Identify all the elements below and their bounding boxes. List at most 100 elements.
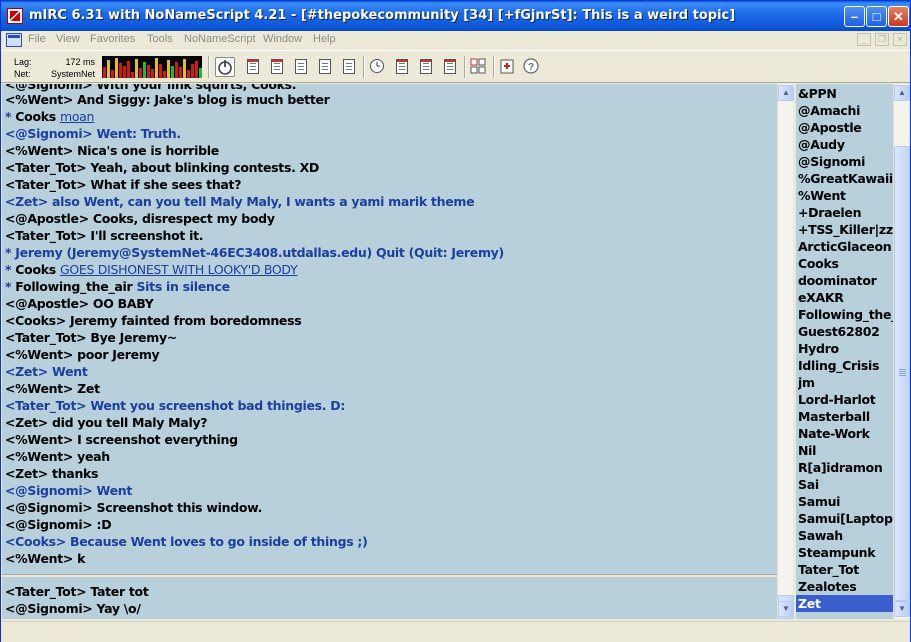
nick-item[interactable]: Sai xyxy=(798,476,893,493)
menu-tools[interactable]: Tools xyxy=(147,33,173,45)
chat-text: What if she sees that? xyxy=(90,177,242,192)
chat-text: Nica's one is horrible xyxy=(77,143,219,158)
chat-text: I screenshot everything xyxy=(77,432,238,447)
chat-text: * xyxy=(5,279,16,294)
net-label: Net: xyxy=(14,69,31,79)
nick-item[interactable]: @Signomi xyxy=(798,153,893,170)
nick-item[interactable]: doominator xyxy=(798,272,893,289)
menu-favorites[interactable]: Favorites xyxy=(90,33,135,45)
title-bar[interactable]: mIRC 6.31 with NoNameScript 4.21 - [#the… xyxy=(1,1,910,31)
lag-graph-bar xyxy=(147,65,150,78)
nick-item[interactable]: eXAKR xyxy=(798,289,893,306)
nick-item[interactable]: %GreatKawaiiP xyxy=(798,170,893,187)
lag-graph-bar xyxy=(199,68,202,78)
chat-log[interactable]: <@Signomi> With your link squirts, Cooks… xyxy=(2,84,777,574)
menu-view[interactable]: View xyxy=(56,33,80,45)
chat-scrollbar[interactable]: ▲ ▼ xyxy=(777,84,794,619)
nick-item[interactable]: Tater_Tot xyxy=(798,561,893,578)
notes-icon[interactable] xyxy=(339,57,359,77)
nick-item[interactable]: Steampunk xyxy=(798,544,893,561)
scroll-down-arrow-icon[interactable]: ▼ xyxy=(778,601,794,617)
chat-text: * xyxy=(5,262,16,277)
options-icon[interactable] xyxy=(243,57,263,77)
timer-icon[interactable] xyxy=(368,57,388,77)
lag-graph-bar xyxy=(123,66,126,78)
script-editor-icon[interactable] xyxy=(267,57,287,77)
chat-text: Tater tot xyxy=(90,584,149,599)
maximize-button[interactable]: □ xyxy=(866,6,887,27)
nick-item[interactable]: Cooks xyxy=(798,255,893,272)
menu-window[interactable]: Window xyxy=(263,33,302,45)
nick-item[interactable]: Idling_Crisis xyxy=(798,357,893,374)
nick-item[interactable]: Sawah xyxy=(798,527,893,544)
minimize-button[interactable]: – xyxy=(844,6,865,27)
nick-item[interactable]: @Apostle xyxy=(798,119,893,136)
dcc-send-icon[interactable] xyxy=(392,57,412,77)
chat-link[interactable]: GOES DISHONEST WITH LOOKY'D BODY xyxy=(60,262,298,277)
chat-nick: <Tater_Tot> xyxy=(5,330,91,345)
channels-list-icon[interactable] xyxy=(291,57,311,77)
mdi-restore-icon[interactable]: ❐ xyxy=(875,33,889,46)
chat-line: <@Signomi> :D xyxy=(5,516,112,533)
connect-icon[interactable] xyxy=(215,57,235,77)
nick-item[interactable]: R[a]idramon xyxy=(798,459,893,476)
nick-item[interactable]: &PPN xyxy=(798,85,893,102)
nick-item[interactable]: %Went xyxy=(798,187,893,204)
dcc-chat-icon[interactable] xyxy=(416,57,436,77)
nick-item[interactable]: Guest62802 xyxy=(798,323,893,340)
tile-windows-icon[interactable] xyxy=(469,57,489,77)
bookmark-icon[interactable] xyxy=(498,57,518,77)
mirc-app-icon[interactable] xyxy=(7,8,23,24)
mdi-close-icon[interactable]: × xyxy=(893,33,907,46)
nick-item[interactable]: @Audy xyxy=(798,136,893,153)
nicklist-scrollbar[interactable]: ▲ ▼ xyxy=(893,84,910,619)
nick-item[interactable]: jm xyxy=(798,374,893,391)
nick-item[interactable]: Following_the_air xyxy=(798,306,893,323)
nick-list[interactable]: &PPN @Amachi @Apostle @Audy @Signomi %GreatKa… xyxy=(796,84,893,619)
scroll-up-arrow-icon[interactable]: ▲ xyxy=(778,85,794,101)
channel-central-icon[interactable] xyxy=(440,57,460,77)
nicklist-scroll-up-icon[interactable]: ▲ xyxy=(894,85,910,101)
nicklist-scroll-thumb[interactable] xyxy=(894,146,910,601)
mdi-minimize-icon[interactable]: _ xyxy=(857,33,871,46)
lag-graph-bar xyxy=(111,70,114,78)
nick-item[interactable]: Zet xyxy=(796,595,893,612)
menu-file[interactable]: File xyxy=(28,33,46,45)
nick-item[interactable]: Zealotes xyxy=(798,578,893,595)
nick-item[interactable]: ArcticGlaceon xyxy=(798,238,893,255)
close-button[interactable]: ✕ xyxy=(888,6,909,27)
channel-window-icon[interactable] xyxy=(6,33,22,47)
chat-nick: <%Went> xyxy=(5,449,78,464)
lag-label: Lag: xyxy=(14,57,32,67)
svg-text:?: ? xyxy=(528,62,534,73)
chat-text: yeah xyxy=(77,449,110,464)
help-icon[interactable]: ? xyxy=(522,57,542,77)
nick-item[interactable]: +TSS_Killer|zzz xyxy=(798,221,893,238)
nick-item[interactable]: Nate-Work xyxy=(798,425,893,442)
menu-nonamescript[interactable]: NoNameScript xyxy=(184,33,256,45)
nick-item[interactable]: @Amachi xyxy=(798,102,893,119)
editbox-line: <Tater_Tot> Tater tot xyxy=(5,583,149,600)
chat-line: <Tater_Tot> What if she sees that? xyxy=(5,176,241,193)
toolbar-separator xyxy=(363,56,365,78)
chat-link[interactable]: moan xyxy=(60,109,95,124)
nick-item[interactable]: Hydro xyxy=(798,340,893,357)
net-value: SystemNet xyxy=(50,69,95,79)
nick-item[interactable]: Samui xyxy=(798,493,893,510)
toolbar-separator xyxy=(208,56,210,78)
nick-item[interactable]: Lord-Harlot xyxy=(798,391,893,408)
chat-text: * xyxy=(5,109,16,124)
message-input[interactable]: <Tater_Tot> Tater tot <@Signomi> Yay \o/ xyxy=(2,577,777,619)
address-book-icon[interactable] xyxy=(315,57,335,77)
nick-item[interactable]: Samui[Laptop] xyxy=(798,510,893,527)
chat-text: * Jeremy (Jeremy@SystemNet-46EC3408.utda… xyxy=(5,245,504,260)
lag-labels: Lag: Net: xyxy=(14,56,32,80)
nick-item[interactable]: Masterball xyxy=(798,408,893,425)
chat-text: did you tell Maly Maly? xyxy=(52,415,208,430)
nick-item[interactable]: Nil xyxy=(798,442,893,459)
chat-text: Went xyxy=(96,483,133,498)
nicklist-scroll-down-icon[interactable]: ▼ xyxy=(894,601,910,617)
nick-item[interactable]: +Draelen xyxy=(798,204,893,221)
chat-text: OO BABY xyxy=(92,296,154,311)
menu-help[interactable]: Help xyxy=(313,33,336,45)
